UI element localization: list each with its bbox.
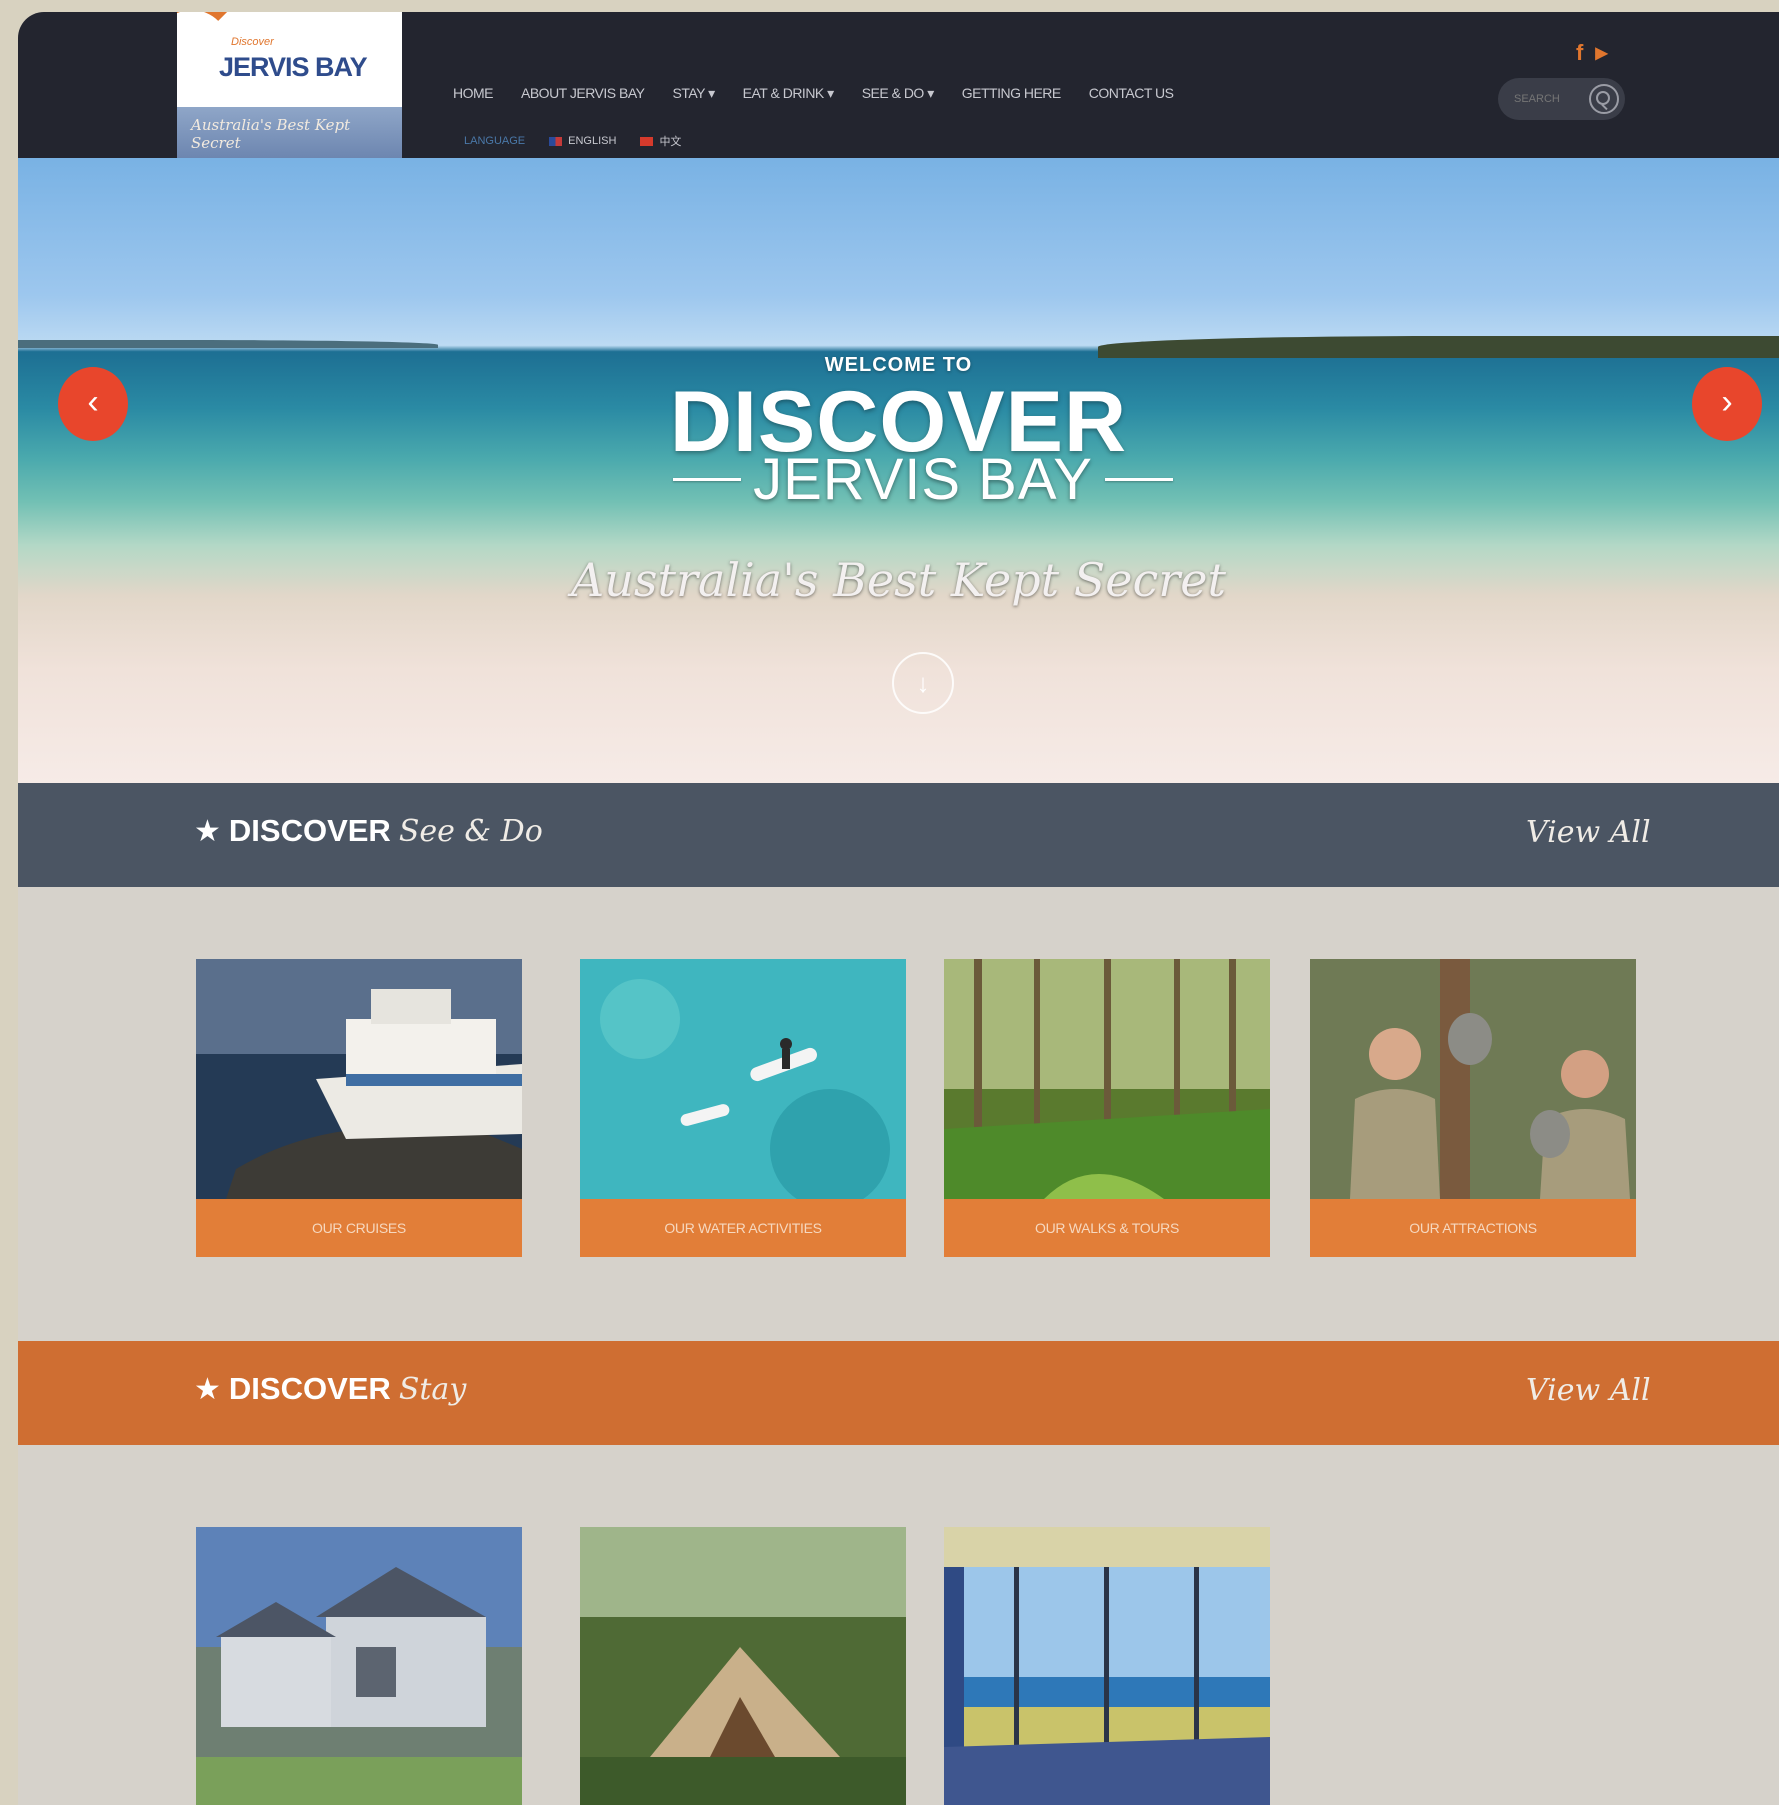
nav-home[interactable]: HOME <box>453 85 494 102</box>
hero-distant-shore <box>18 340 438 348</box>
logo-tagline: Australia's Best Kept Secret <box>191 116 351 152</box>
see-do-title-bold: DISCOVER <box>228 813 391 848</box>
scroll-down-icon[interactable]: ↓ <box>892 652 954 714</box>
card-stay-glamping[interactable] <box>580 1527 906 1805</box>
stay-view-all-link[interactable]: View All <box>1526 1373 1651 1408</box>
logo-small-text: Discover <box>231 36 274 48</box>
card-stay-glamping-image <box>580 1527 906 1805</box>
stay-section-bar: ★ DISCOVER Stay View All <box>18 1341 1779 1445</box>
card-water-activities-label: OUR WATER ACTIVITIES <box>580 1199 906 1257</box>
hero-tagline: Australia's Best Kept Secret <box>571 553 1226 607</box>
card-walks-tours-label: OUR WALKS & TOURS <box>944 1199 1270 1257</box>
stay-title-script: Stay <box>398 1372 467 1407</box>
slider-prev-button[interactable]: ‹ <box>58 367 128 441</box>
card-attractions-image <box>1310 959 1636 1199</box>
facebook-icon[interactable]: f <box>1576 42 1583 64</box>
language-chinese-label: 中文 <box>659 136 682 148</box>
card-walks-tours[interactable]: OUR WALKS & TOURS <box>944 959 1270 1257</box>
flag-china-icon <box>640 136 654 146</box>
card-cruises-label: OUR CRUISES <box>196 1199 522 1257</box>
social-links: f ▶ <box>1576 42 1608 64</box>
see-do-title: ★ DISCOVER See & Do <box>194 813 543 849</box>
hero-subtitle-row: JERVIS BAY <box>673 446 1173 513</box>
nav-getting-here[interactable]: GETTING HERE <box>962 85 1062 102</box>
stay-title: ★ DISCOVER Stay <box>194 1371 466 1407</box>
card-stay-waterfront[interactable] <box>944 1527 1270 1805</box>
flag-uk-icon <box>549 136 563 146</box>
card-walks-tours-image <box>944 959 1270 1199</box>
star-icon: ★ <box>194 1373 221 1406</box>
nav-eat-drink[interactable]: EAT & DRINK ▾ <box>743 85 835 102</box>
nav-contact[interactable]: CONTACT US <box>1089 85 1174 102</box>
hero-rule-right <box>1104 478 1173 481</box>
hero-slider: WELCOME TO DISCOVER JERVIS BAY Australia… <box>18 158 1779 783</box>
card-attractions-label: OUR ATTRACTIONS <box>1310 1199 1636 1257</box>
card-stay-cabins-image <box>196 1527 522 1805</box>
search-box <box>1498 78 1625 120</box>
see-do-view-all-link[interactable]: View All <box>1526 815 1651 850</box>
language-english[interactable]: ENGLISH <box>549 135 616 147</box>
slider-next-button[interactable]: › <box>1692 367 1762 441</box>
stay-title-bold: DISCOVER <box>228 1371 391 1406</box>
card-cruises[interactable]: OUR CRUISES <box>196 959 522 1257</box>
search-input[interactable] <box>1514 93 1584 105</box>
site-logo[interactable]: Discover JERVIS BAY Australia's Best Kep… <box>177 12 402 158</box>
card-stay-waterfront-image <box>944 1527 1270 1805</box>
site-header: Discover JERVIS BAY Australia's Best Kep… <box>18 12 1779 158</box>
card-cruises-image <box>196 959 522 1199</box>
hero-rule-left <box>673 478 742 481</box>
see-do-section-bar: ★ DISCOVER See & Do View All <box>18 783 1779 887</box>
language-english-label: ENGLISH <box>568 135 617 147</box>
star-icon: ★ <box>194 815 221 848</box>
card-attractions[interactable]: OUR ATTRACTIONS <box>1310 959 1636 1257</box>
language-bar: LANGUAGE ENGLISH 中文 <box>464 133 681 149</box>
nav-stay[interactable]: STAY ▾ <box>673 85 716 102</box>
nav-about[interactable]: ABOUT JERVIS BAY <box>521 85 645 102</box>
browser-frame: Discover JERVIS BAY Australia's Best Kep… <box>18 12 1779 1805</box>
see-do-title-script: See & Do <box>398 814 543 849</box>
search-icon[interactable] <box>1589 84 1619 114</box>
language-label: LANGUAGE <box>464 135 526 147</box>
card-stay-cabins[interactable] <box>196 1527 522 1805</box>
nav-see-do[interactable]: SEE & DO ▾ <box>862 85 935 102</box>
language-chinese[interactable]: 中文 <box>640 133 681 149</box>
youtube-icon[interactable]: ▶ <box>1595 46 1607 64</box>
logo-name: JERVIS BAY <box>219 52 368 82</box>
hero-subtitle: JERVIS BAY <box>753 447 1093 512</box>
card-water-activities[interactable]: OUR WATER ACTIVITIES <box>580 959 906 1257</box>
main-nav: HOME ABOUT JERVIS BAY STAY ▾ EAT & DRINK… <box>453 85 1174 102</box>
card-water-activities-image <box>580 959 906 1199</box>
